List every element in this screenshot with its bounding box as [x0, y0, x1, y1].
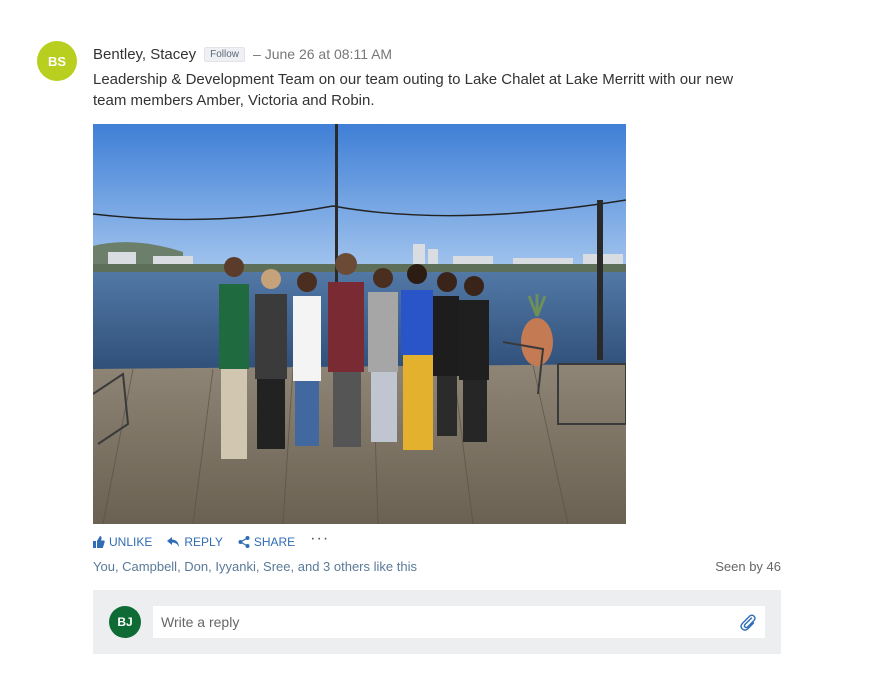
author-avatar[interactable]: BS: [37, 41, 77, 81]
reply-input[interactable]: [153, 606, 765, 638]
reply-button[interactable]: REPLY: [167, 535, 223, 549]
post-header: Bentley, Stacey Follow – June 26 at 08:1…: [93, 44, 392, 64]
unlike-button[interactable]: UNLIKE: [93, 535, 152, 549]
reply-arrow-icon: [167, 537, 180, 547]
follow-button[interactable]: Follow: [204, 46, 246, 62]
post-actions: UNLIKE REPLY SHARE ···: [93, 530, 329, 549]
share-button[interactable]: SHARE: [238, 535, 295, 549]
share-label: SHARE: [253, 535, 296, 549]
unlike-label: UNLIKE: [109, 535, 153, 549]
author-name[interactable]: Bentley, Stacey: [93, 46, 196, 63]
post-timestamp[interactable]: – June 26 at 08:11 AM: [253, 46, 392, 62]
reply-label: REPLY: [184, 535, 223, 549]
paperclip-icon[interactable]: [739, 613, 757, 631]
more-options-button[interactable]: ···: [310, 530, 329, 548]
reply-composer: BJ: [93, 590, 781, 654]
thumbs-up-icon: [93, 536, 105, 548]
share-icon: [238, 536, 250, 548]
group-photo-image: [93, 124, 626, 524]
post-photo[interactable]: [93, 124, 626, 524]
post-body: Leadership & Development Team on our tea…: [93, 71, 734, 109]
current-user-avatar: BJ: [109, 606, 141, 638]
seen-count[interactable]: Seen by 46: [715, 559, 781, 574]
likes-summary[interactable]: You, Campbell, Don, Iyyanki, Sree, and 3…: [93, 559, 417, 574]
